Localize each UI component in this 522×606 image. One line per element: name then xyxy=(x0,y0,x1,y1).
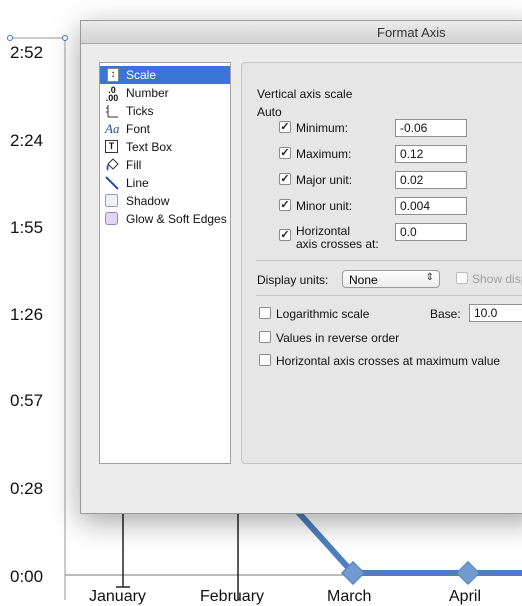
dialog-titlebar[interactable]: Format Axis xyxy=(81,21,522,44)
y-tick-label: 2:52 xyxy=(10,43,44,62)
sidebar-item-text-box[interactable]: T Text Box xyxy=(100,138,230,156)
sidebar-item-line[interactable]: Line xyxy=(100,174,230,192)
maximum-field[interactable] xyxy=(395,145,467,163)
display-units-select[interactable]: None ⇕ xyxy=(342,270,440,288)
sidebar-item-shadow[interactable]: Shadow xyxy=(100,192,230,210)
logarithmic-checkbox[interactable] xyxy=(259,307,271,319)
show-display-checkbox[interactable] xyxy=(456,272,468,284)
reverse-order-checkbox[interactable] xyxy=(259,331,271,343)
display-units-label: Display units: xyxy=(257,273,329,287)
scale-options-panel: Vertical axis scale Auto ✓ Minimum: ✓ Ma… xyxy=(241,62,522,464)
major-unit-auto-checkbox[interactable]: ✓ xyxy=(279,173,291,185)
y-tick-label: 2:24 xyxy=(10,131,44,150)
series-line xyxy=(295,509,522,576)
minimum-field[interactable] xyxy=(395,119,467,137)
major-unit-field[interactable] xyxy=(395,171,467,189)
sidebar-item-glow[interactable]: Glow & Soft Edges xyxy=(100,210,230,228)
section-heading: Vertical axis scale xyxy=(257,87,353,101)
minor-unit-field[interactable] xyxy=(395,197,467,215)
line-icon xyxy=(105,176,119,190)
minor-unit-label: Minor unit: xyxy=(296,199,353,213)
reverse-order-label: Values in reverse order xyxy=(276,331,400,345)
sidebar-item-number[interactable]: .0.00 Number xyxy=(100,84,230,103)
minimum-label: Minimum: xyxy=(296,121,349,135)
x-category-label: February xyxy=(200,588,265,605)
minimum-auto-checkbox[interactable]: ✓ xyxy=(279,121,291,133)
x-category-label: April xyxy=(449,588,482,605)
updown-arrows-icon: ⇕ xyxy=(425,272,434,283)
scale-icon: ↕ xyxy=(107,68,119,82)
shadow-icon xyxy=(105,194,118,207)
sidebar-item-label: Scale xyxy=(126,68,157,82)
sidebar-item-label: Glow & Soft Edges xyxy=(126,212,227,226)
y-tick-label: 0:28 xyxy=(10,479,44,498)
series-marker xyxy=(455,560,481,586)
sidebar-item-font[interactable]: Aa Font xyxy=(100,120,230,138)
y-tick-label: 1:26 xyxy=(10,305,44,324)
maximum-auto-checkbox[interactable]: ✓ xyxy=(279,147,291,159)
auto-label: Auto xyxy=(257,105,282,119)
divider xyxy=(256,295,522,296)
x-category-label: March xyxy=(327,588,372,605)
crosses-label-line2: axis crosses at: xyxy=(296,237,379,251)
sidebar-item-label: Shadow xyxy=(126,194,170,208)
y-tick-label: 0:57 xyxy=(10,391,44,410)
y-tick-label: 0:00 xyxy=(10,567,44,586)
crosses-label-line1: Horizontal xyxy=(296,224,351,238)
base-label: Base: xyxy=(430,307,461,321)
display-units-value: None xyxy=(349,273,378,287)
divider xyxy=(256,260,522,261)
sidebar-item-scale[interactable]: ↕ Scale xyxy=(100,66,230,84)
sidebar-item-label: Text Box xyxy=(126,140,173,154)
selection-handle[interactable] xyxy=(62,35,68,41)
crosses-at-max-checkbox[interactable] xyxy=(259,354,271,366)
show-display-label: Show disp xyxy=(472,272,522,286)
sidebar-item-ticks[interactable]: Ticks xyxy=(100,102,230,120)
base-field[interactable] xyxy=(469,304,522,322)
glow-icon xyxy=(105,212,118,225)
sidebar-item-label: Font xyxy=(126,122,151,136)
sidebar-item-label: Fill xyxy=(126,158,142,172)
y-tick-label: 1:55 xyxy=(10,218,44,237)
text-box-icon: T xyxy=(105,140,118,153)
selection-handle[interactable] xyxy=(7,35,13,41)
fill-bucket-icon xyxy=(105,158,119,172)
category-list: ↕ Scale .0.00 Number Ticks Aa Font T Tex… xyxy=(99,62,231,464)
crosses-at-max-label: Horizontal axis crosses at maximum value xyxy=(276,354,501,368)
sidebar-item-label: Line xyxy=(126,176,149,190)
number-icon: .0.00 xyxy=(105,85,119,103)
sidebar-item-label: Ticks xyxy=(126,104,154,118)
sidebar-item-fill[interactable]: Fill xyxy=(100,156,230,174)
sidebar-item-label: Number xyxy=(126,86,169,100)
dialog-title: Format Axis xyxy=(377,25,446,40)
ticks-icon xyxy=(105,104,119,118)
format-axis-dialog: Format Axis ↕ Scale .0.00 Number Ticks A… xyxy=(80,20,522,514)
major-unit-label: Major unit: xyxy=(296,173,353,187)
crosses-auto-checkbox[interactable]: ✓ xyxy=(279,229,291,241)
font-icon: Aa xyxy=(105,121,120,136)
x-category-label: January xyxy=(89,588,146,605)
crosses-field[interactable] xyxy=(395,223,467,241)
maximum-label: Maximum: xyxy=(296,147,352,161)
minor-unit-auto-checkbox[interactable]: ✓ xyxy=(279,199,291,211)
logarithmic-label: Logarithmic scale xyxy=(276,307,370,321)
